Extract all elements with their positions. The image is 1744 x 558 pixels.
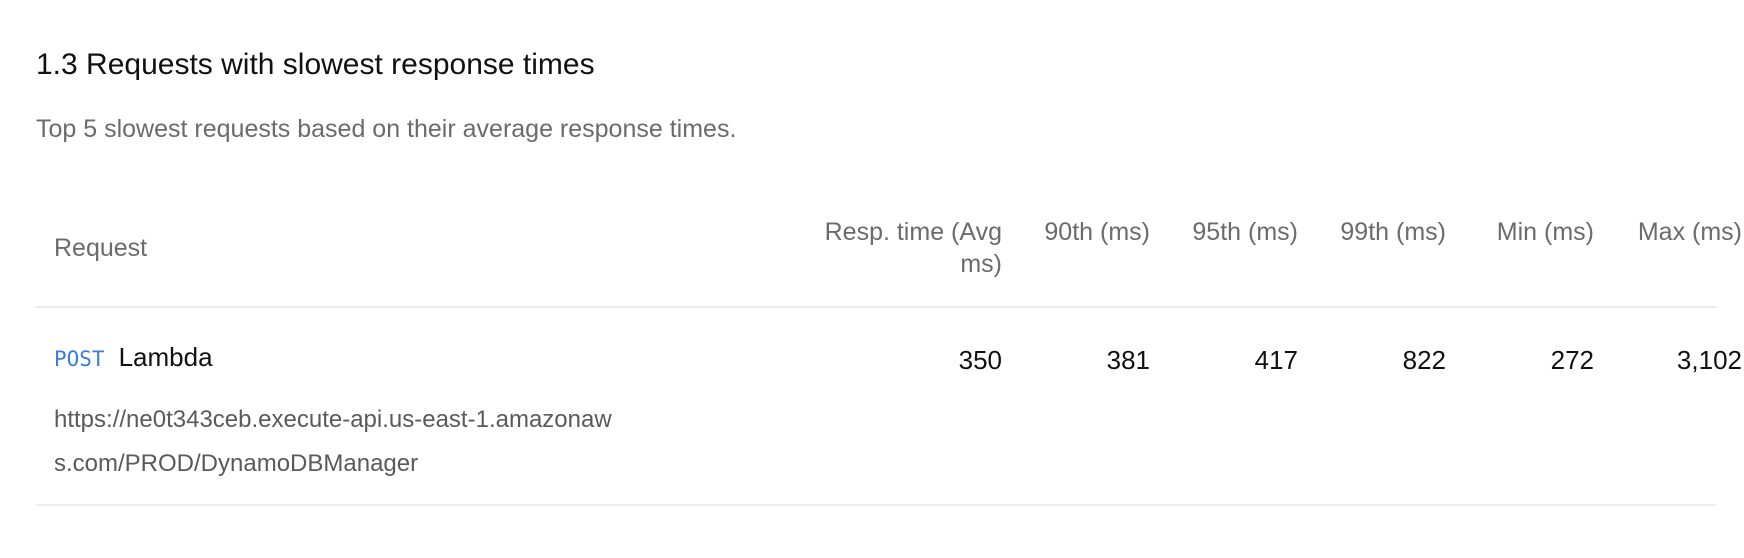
http-method-badge: POST [54, 347, 105, 371]
request-name: Lambda [118, 342, 213, 372]
table-row[interactable]: POST Lambda https://ne0t343ceb.execute-a… [36, 308, 1742, 506]
cell-max: 3,102 [1676, 345, 1742, 375]
request-cell: POST Lambda [54, 342, 213, 373]
header-p90[interactable]: 90th (ms) [1030, 216, 1150, 248]
header-p99[interactable]: 99th (ms) [1326, 216, 1446, 248]
header-request[interactable]: Request [54, 232, 147, 264]
slowest-requests-table: Request Resp. time (Avg ms) 90th (ms) 95… [36, 208, 1742, 506]
header-p95[interactable]: 95th (ms) [1178, 216, 1298, 248]
section-title: 1.3 Requests with slowest response times [36, 48, 595, 81]
header-min[interactable]: Min (ms) [1474, 216, 1594, 248]
cell-p99: 822 [1402, 345, 1446, 375]
header-resp-time-avg[interactable]: Resp. time (Avg ms) [782, 216, 1002, 280]
cell-min: 272 [1550, 345, 1594, 375]
table-header: Request Resp. time (Avg ms) 90th (ms) 95… [36, 208, 1742, 308]
cell-p95: 417 [1254, 345, 1298, 375]
header-max[interactable]: Max (ms) [1622, 216, 1742, 248]
section-description: Top 5 slowest requests based on their av… [36, 115, 737, 143]
cell-p90: 381 [1106, 345, 1150, 375]
cell-resp-time-avg: 350 [958, 345, 1002, 375]
request-url: https://ne0t343ceb.execute-api.us-east-1… [54, 406, 612, 477]
